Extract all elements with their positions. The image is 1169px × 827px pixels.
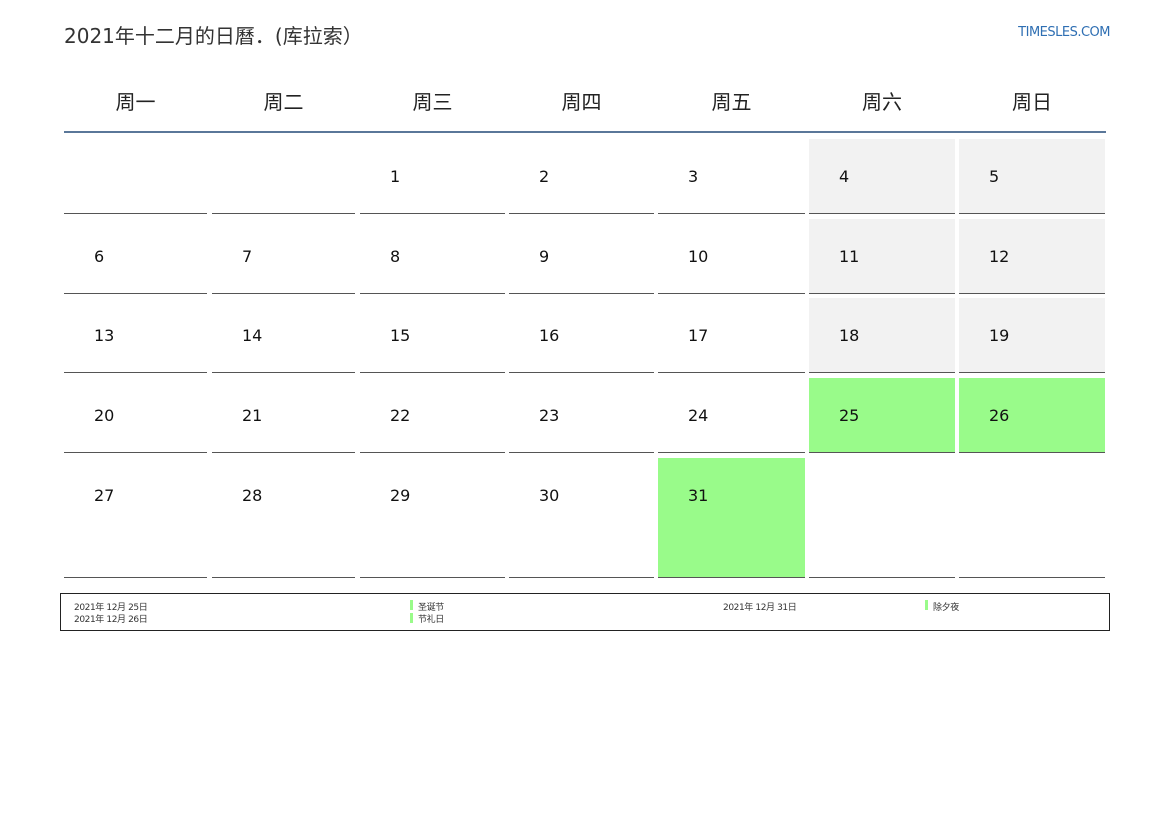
day-number: 25 — [839, 406, 860, 425]
weekday-label: 周四 — [561, 90, 602, 114]
day-number: 22 — [390, 406, 411, 425]
day-number: 10 — [688, 247, 709, 266]
day-cell[interactable]: 5 — [959, 139, 1105, 214]
day-number: 12 — [989, 247, 1010, 266]
empty-day-cell — [64, 139, 207, 214]
day-number: 29 — [390, 486, 411, 505]
day-cell[interactable]: 16 — [509, 298, 654, 373]
day-number: 8 — [390, 247, 401, 266]
weekday-label: 周五 — [711, 90, 752, 114]
day-cell[interactable]: 7 — [212, 219, 355, 294]
day-cell[interactable]: 27 — [64, 458, 207, 578]
day-number: 9 — [539, 247, 550, 266]
day-number: 2 — [539, 167, 550, 186]
day-number: 16 — [539, 326, 560, 345]
day-cell[interactable]: 1 — [360, 139, 505, 214]
day-number: 5 — [989, 167, 1000, 186]
day-cell[interactable]: 17 — [658, 298, 805, 373]
day-cell[interactable]: 11 — [809, 219, 955, 294]
day-cell[interactable]: 3 — [658, 139, 805, 214]
day-number: 17 — [688, 326, 709, 345]
day-number: 27 — [94, 486, 115, 505]
weekday-label: 周三 — [412, 90, 453, 114]
holiday-legend: 2021年 12月 25日 圣诞节 2021年 12月 26日 节礼日 2021… — [60, 593, 1110, 631]
day-number: 30 — [539, 486, 560, 505]
day-number: 23 — [539, 406, 560, 425]
holiday-day-cell[interactable]: 25 — [809, 378, 955, 453]
day-number: 14 — [242, 326, 263, 345]
day-number: 11 — [839, 247, 860, 266]
page-title: 2021年十二月的日曆．(库拉索） — [64, 24, 363, 48]
weekday-label: 周六 — [862, 90, 902, 114]
weekday-label: 周日 — [1012, 90, 1052, 114]
day-cell[interactable]: 4 — [809, 139, 955, 214]
weekday-label: 周二 — [263, 90, 304, 114]
day-cell[interactable]: 15 — [360, 298, 505, 373]
holiday-day-cell[interactable]: 31 — [658, 458, 805, 578]
day-number: 15 — [390, 326, 411, 345]
day-number: 28 — [242, 486, 263, 505]
legend-date: 2021年 12月 31日 — [723, 603, 797, 613]
brand-link[interactable]: TIMESLES.COM — [1018, 25, 1110, 40]
day-cell[interactable]: 8 — [360, 219, 505, 294]
day-number: 24 — [688, 406, 709, 425]
day-cell[interactable]: 30 — [509, 458, 654, 578]
legend-color-marker — [410, 600, 413, 610]
day-number: 13 — [94, 326, 115, 345]
day-number: 6 — [94, 247, 105, 266]
header-divider — [64, 131, 1106, 133]
legend-color-marker — [410, 613, 413, 623]
empty-day-cell — [212, 139, 355, 214]
day-number: 26 — [989, 406, 1010, 425]
holiday-day-cell[interactable]: 26 — [959, 378, 1105, 453]
day-cell[interactable]: 29 — [360, 458, 505, 578]
day-number: 20 — [94, 406, 115, 425]
weekday-label: 周一 — [115, 90, 156, 114]
legend-holiday-name: 除夕夜 — [933, 603, 959, 613]
day-number: 18 — [839, 326, 860, 345]
day-cell[interactable]: 20 — [64, 378, 207, 453]
day-cell[interactable]: 14 — [212, 298, 355, 373]
day-cell[interactable]: 21 — [212, 378, 355, 453]
day-cell[interactable]: 12 — [959, 219, 1105, 294]
day-number: 19 — [989, 326, 1010, 345]
day-number: 7 — [242, 247, 253, 266]
day-cell[interactable]: 6 — [64, 219, 207, 294]
day-cell[interactable]: 23 — [509, 378, 654, 453]
day-number: 3 — [688, 167, 699, 186]
day-cell[interactable]: 9 — [509, 219, 654, 294]
legend-holiday-name: 节礼日 — [418, 615, 444, 625]
legend-color-marker — [925, 600, 928, 610]
weekday-header: 周一 周二 周三 周四 周五 周六 周日 — [64, 80, 1106, 120]
day-cell[interactable]: 22 — [360, 378, 505, 453]
day-cell[interactable]: 13 — [64, 298, 207, 373]
day-cell[interactable]: 10 — [658, 219, 805, 294]
day-cell[interactable]: 2 — [509, 139, 654, 214]
empty-day-cell — [959, 458, 1105, 578]
day-cell[interactable]: 24 — [658, 378, 805, 453]
legend-date: 2021年 12月 26日 — [74, 615, 148, 625]
empty-day-cell — [809, 458, 955, 578]
day-number: 4 — [839, 167, 850, 186]
day-cell[interactable]: 18 — [809, 298, 955, 373]
day-number: 31 — [688, 486, 709, 505]
day-number: 21 — [242, 406, 263, 425]
day-number: 1 — [390, 167, 401, 186]
day-cell[interactable]: 28 — [212, 458, 355, 578]
day-cell[interactable]: 19 — [959, 298, 1105, 373]
